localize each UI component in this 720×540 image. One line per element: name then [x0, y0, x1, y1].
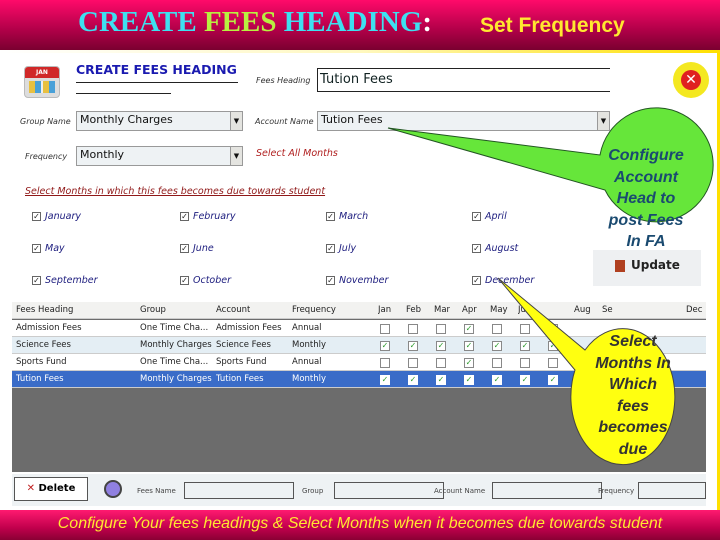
- months-callout-text: Select Months In Which fees becomes due: [595, 333, 671, 458]
- footer-banner: Configure Your fees headings & Select Mo…: [0, 510, 720, 540]
- account-callout-text: Configure Account Head to post Fees In FA: [608, 147, 684, 250]
